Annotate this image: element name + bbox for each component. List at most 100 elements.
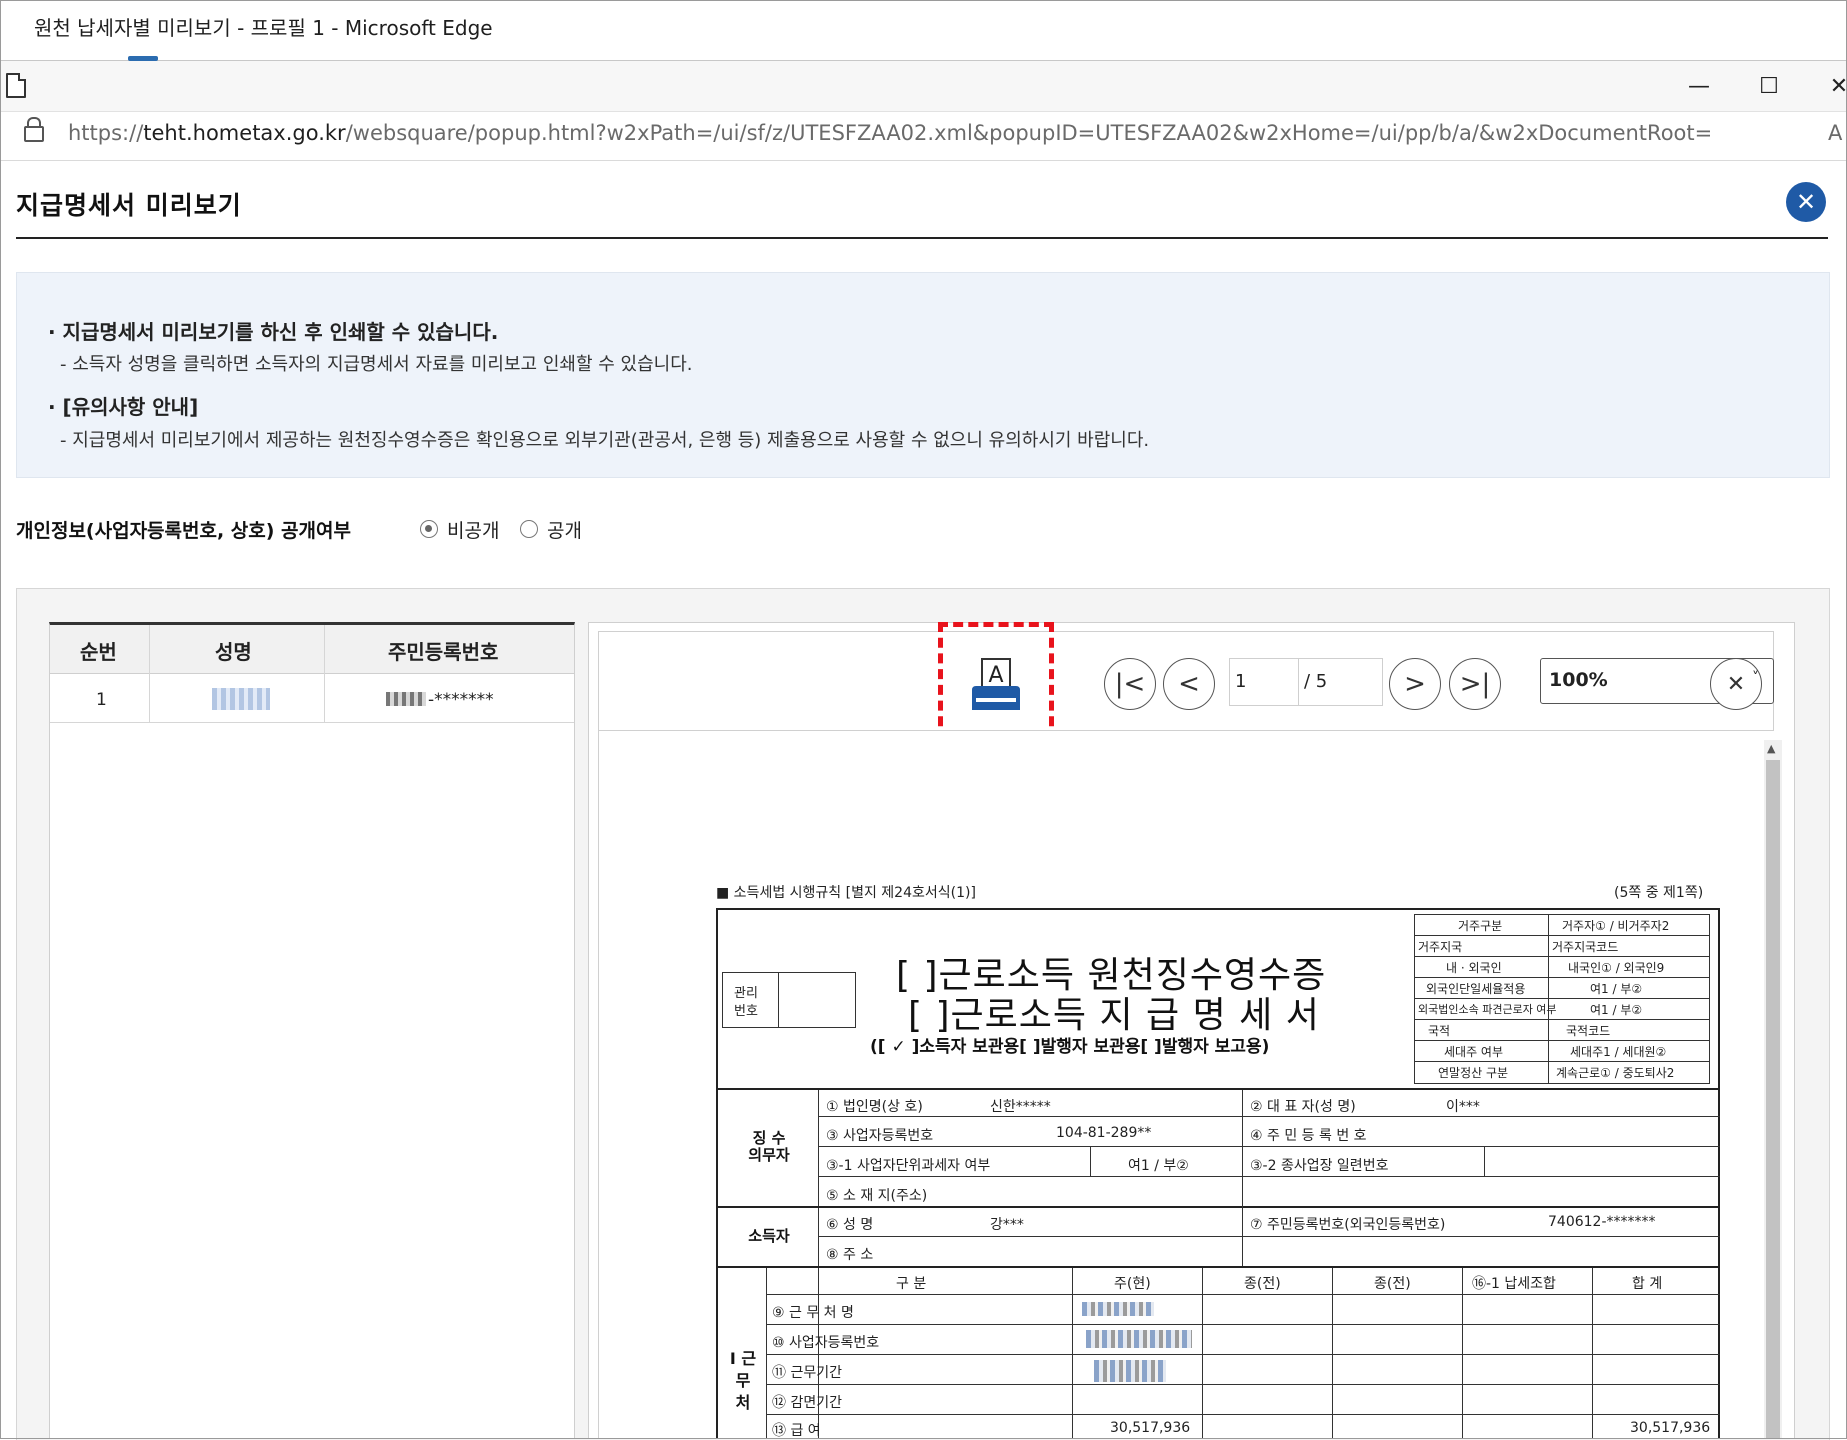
row-no: 1 <box>96 690 107 710</box>
meta-label: 국적 <box>1428 1024 1451 1038</box>
meta-label: 세대주 여부 <box>1444 1045 1504 1059</box>
page-current[interactable]: 1 <box>1235 671 1246 692</box>
radio-private-label[interactable]: 비공개 <box>447 516 499 543</box>
grid-row-reduction: ⑫ 감면기간 <box>772 1395 842 1411</box>
radio-private[interactable] <box>420 520 438 538</box>
minimize-button[interactable]: — <box>1670 62 1728 110</box>
field-earner-address-label: ⑧ 주 소 <box>826 1247 874 1263</box>
page-reference: (5쪽 중 제1쪽) <box>1614 885 1704 901</box>
meta-row-line <box>1414 1040 1710 1041</box>
form-divider <box>1090 1146 1091 1176</box>
url-text[interactable]: https://teht.hometax.go.kr/websquare/pop… <box>68 121 1712 145</box>
last-page-button[interactable]: >| <box>1449 658 1501 710</box>
title-divider <box>16 237 1828 239</box>
field-company-label: ① 법인명(상 호) <box>826 1099 923 1115</box>
page-total: / 5 <box>1304 671 1328 692</box>
field-ceo-label: ② 대 표 자(성 명) <box>1250 1099 1356 1115</box>
col-divider <box>149 625 150 723</box>
chevron-down-icon[interactable]: ˅ <box>1752 670 1759 686</box>
first-page-button[interactable]: |< <box>1104 658 1156 710</box>
meta-value: 거주자① / 비거주자2 <box>1562 919 1670 933</box>
redacted-period <box>1094 1360 1166 1382</box>
section-divider <box>716 1088 1720 1090</box>
meta-label: 내 · 외국인 <box>1446 961 1502 975</box>
popup-close-button[interactable]: ✕ <box>1786 182 1826 222</box>
meta-row-line <box>1414 998 1710 999</box>
next-page-button[interactable]: > <box>1389 658 1441 710</box>
grid-row-line <box>766 1414 1720 1415</box>
taxpayer-name-link[interactable] <box>212 688 270 710</box>
radio-public-label[interactable]: 공개 <box>547 516 582 543</box>
meta-row-line <box>1414 1061 1710 1062</box>
field-unit-tax-label: ③-1 사업자단위과세자 여부 <box>826 1158 991 1174</box>
window-title: 원천 납세자별 미리보기 - 프로필 1 - Microsoft Edge <box>34 16 493 40</box>
meta-row-line <box>1414 956 1710 957</box>
url-host: teht.hometax.go.kr <box>143 121 346 145</box>
notice-bullet-caution: · [유의사항 안내] <box>48 395 199 419</box>
grid-row-period: ⑪ 근무기간 <box>772 1365 842 1381</box>
col-header-name[interactable]: 성명 <box>215 636 252 665</box>
meta-label: 연말정산 구분 <box>1438 1066 1509 1080</box>
mgmt-label-2: 번호 <box>734 1004 758 1019</box>
work-label: Ⅰ 근 무 처 <box>729 1349 757 1412</box>
popup-title: 지급명세서 미리보기 <box>16 191 242 220</box>
meta-divider <box>1548 914 1549 1084</box>
meta-row-line <box>1414 1019 1710 1020</box>
chevron-right-icon: > <box>1404 669 1426 699</box>
meta-value: 거주지국코드 <box>1552 940 1619 954</box>
grid-header-prev2: 종(전) <box>1374 1276 1411 1292</box>
label-column-divider <box>818 1090 819 1439</box>
clear-icon: ✕ <box>1726 671 1746 697</box>
grid-row-salary: ⑬ 급 여 <box>772 1423 821 1439</box>
field-branch-label: ③-2 종사업장 일련번호 <box>1250 1158 1389 1174</box>
close-icon: ✕ <box>1795 188 1817 216</box>
law-reference: ■ 소득세법 시행규칙 [별지 제24호서식(1)] <box>716 885 976 901</box>
col-header-id[interactable]: 주민등록번호 <box>388 636 498 665</box>
last-page-icon: >| <box>1459 669 1491 699</box>
privacy-label: 개인정보(사업자등록번호, 상호) 공개여부 <box>16 520 351 542</box>
field-name-label: ⑥ 성 명 <box>826 1217 874 1233</box>
grid-row-line <box>766 1324 1720 1325</box>
page-icon <box>6 73 26 98</box>
grid-row-line <box>766 1384 1720 1385</box>
form-divider <box>1484 1146 1485 1176</box>
row-id-suffix: -******* <box>428 690 494 710</box>
maximize-button[interactable]: ☐ <box>1740 62 1798 110</box>
grid-header-total: 합 계 <box>1632 1276 1663 1292</box>
grid-header-union: ⑯-1 납세조합 <box>1472 1276 1556 1292</box>
form-title-2: [ ]근로소득 지 급 명 세 서 <box>908 995 1320 1036</box>
notice-sub-print: - 소득자 성명을 클릭하면 소득자의 지급명세서 자료를 미리보고 인쇄할 수… <box>60 354 693 375</box>
table-row[interactable] <box>50 722 574 723</box>
scroll-up-icon[interactable]: ▲ <box>1767 742 1775 755</box>
form-mid-divider <box>1242 1090 1243 1266</box>
lock-icon[interactable] <box>24 117 44 142</box>
meta-label: 외국법인소속 파견근로자 여부 <box>1418 1003 1557 1016</box>
notice-sub-caution: - 지급명세서 미리보기에서 제공하는 원천징수영수증은 확인용으로 외부기관(… <box>60 430 1150 451</box>
meta-value: 내국인① / 외국인9 <box>1568 961 1665 975</box>
notice-bullet-print: · 지급명세서 미리보기를 하신 후 인쇄할 수 있습니다. <box>48 320 499 344</box>
field-unit-tax-value: 여1 / 부② <box>1128 1158 1189 1174</box>
payer-label: 징 수 의무자 <box>736 1130 802 1164</box>
copy-type: ([ ✓ ]소득자 보관용[ ]발행자 보관용[ ]발행자 보고용) <box>870 1037 1270 1057</box>
grid-row-workplace: ⑨ 근 무 처 명 <box>772 1305 854 1321</box>
mgmt-label-1: 관리 <box>734 986 758 1001</box>
prev-page-button[interactable]: < <box>1163 658 1215 710</box>
zoom-value[interactable]: 100% <box>1549 669 1608 691</box>
meta-label: 거주구분 <box>1458 919 1503 933</box>
payer-label-1: 징 수 <box>752 1129 786 1147</box>
col-header-no[interactable]: 순번 <box>80 636 117 665</box>
meta-label: 거주지국 <box>1418 940 1463 954</box>
url-overflow: A <box>1828 121 1843 145</box>
radio-public[interactable] <box>520 520 538 538</box>
chevron-left-icon: < <box>1178 669 1200 699</box>
window-close-button[interactable]: ✕ <box>1810 62 1847 110</box>
first-page-icon: |< <box>1114 669 1146 699</box>
form-row-line <box>818 1176 1720 1177</box>
meta-value: 국적코드 <box>1566 1024 1611 1038</box>
meta-row-line <box>1414 935 1710 936</box>
redacted-bizno <box>1086 1330 1192 1348</box>
earner-label: 소득자 <box>748 1227 790 1245</box>
url-prefix: https:// <box>68 121 144 145</box>
scroll-thumb[interactable] <box>1766 760 1780 1439</box>
window-title-bar <box>0 61 1847 111</box>
